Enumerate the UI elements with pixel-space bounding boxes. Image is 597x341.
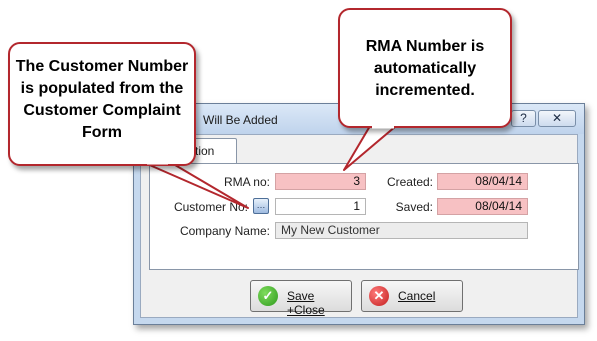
callout-tail-joins (147, 125, 394, 165)
